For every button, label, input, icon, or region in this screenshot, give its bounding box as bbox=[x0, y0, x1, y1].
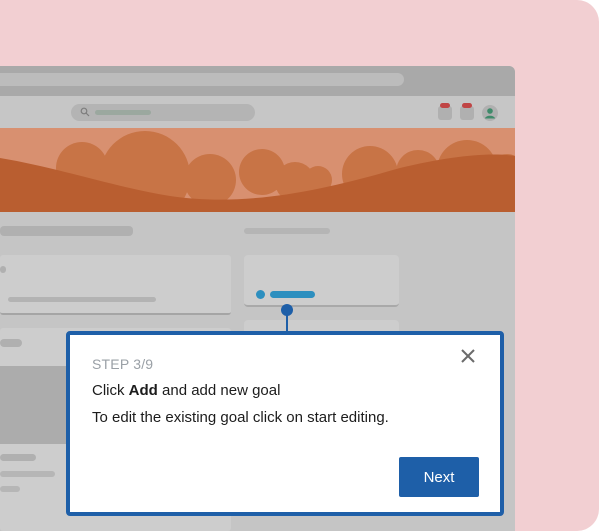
tooltip-anchor-dot bbox=[281, 304, 293, 316]
sidebar-title-placeholder bbox=[244, 228, 330, 234]
instruction-prefix: Click bbox=[92, 382, 129, 399]
notifications-button[interactable] bbox=[438, 103, 452, 120]
title-bar bbox=[0, 66, 515, 96]
instruction-add-keyword: Add bbox=[128, 382, 158, 399]
goal-list-title bbox=[0, 339, 22, 347]
toolbar bbox=[0, 96, 515, 129]
list-line-3 bbox=[0, 486, 20, 492]
tab-bar bbox=[0, 73, 404, 86]
search-input[interactable] bbox=[71, 104, 255, 121]
next-button[interactable]: Next bbox=[399, 457, 479, 497]
list-line-2 bbox=[0, 471, 55, 477]
header-banner bbox=[0, 128, 515, 212]
message-badge bbox=[462, 103, 472, 108]
notification-badge bbox=[440, 103, 450, 108]
close-icon[interactable] bbox=[459, 347, 477, 365]
add-goal-card[interactable] bbox=[244, 255, 399, 307]
messages-button[interactable] bbox=[460, 103, 474, 120]
instruction-line: Click Add and add new goal bbox=[92, 382, 280, 399]
user-icon bbox=[485, 108, 495, 119]
search-placeholder bbox=[95, 110, 151, 115]
goal-image-placeholder bbox=[0, 366, 66, 444]
search-icon bbox=[80, 107, 90, 117]
section-title-placeholder bbox=[0, 226, 133, 236]
instruction-detail: To edit the existing goal click on start… bbox=[92, 409, 389, 426]
add-goal-dot bbox=[256, 290, 265, 299]
avatar[interactable] bbox=[482, 105, 498, 121]
goal-card bbox=[0, 255, 231, 315]
list-line-1 bbox=[0, 454, 36, 461]
step-indicator: STEP 3/9 bbox=[92, 356, 154, 372]
goal-card-marker bbox=[0, 266, 6, 273]
add-goal-link[interactable] bbox=[270, 291, 315, 298]
instruction-suffix: and add new goal bbox=[157, 382, 281, 399]
goal-card-text bbox=[8, 297, 156, 302]
clouds-illustration bbox=[0, 131, 515, 212]
onboarding-tooltip: STEP 3/9 Click Add and add new goal To e… bbox=[66, 331, 504, 516]
